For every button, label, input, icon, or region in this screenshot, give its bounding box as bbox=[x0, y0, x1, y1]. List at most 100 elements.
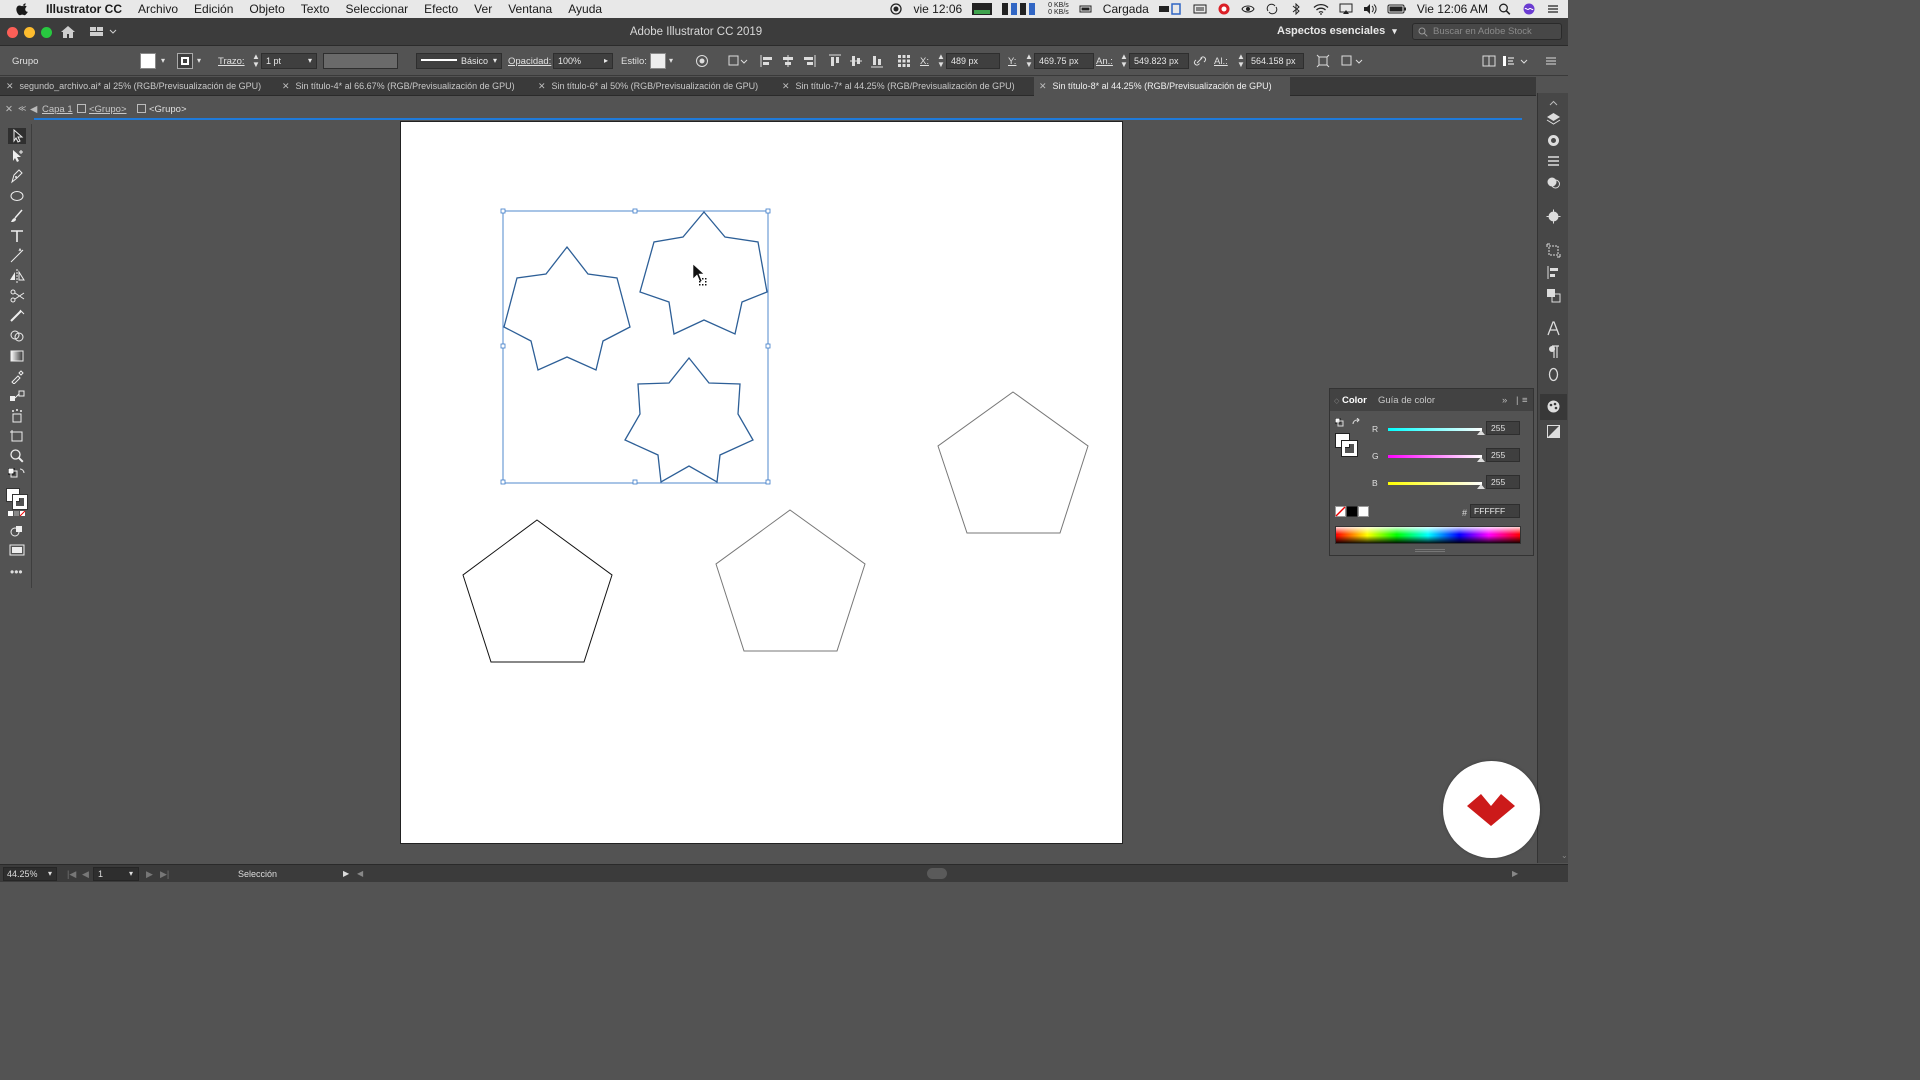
default-colors-icon[interactable] bbox=[8, 468, 26, 484]
artboard-tool-icon[interactable] bbox=[8, 428, 26, 444]
cpu-graph-icon[interactable] bbox=[972, 3, 993, 15]
transform-icon[interactable] bbox=[1546, 243, 1561, 258]
first-artboard-icon[interactable]: |◀ bbox=[67, 869, 76, 880]
doc-tab[interactable]: ✕ Sin título-4* al 66.67% (RGB/Previsuali… bbox=[282, 77, 515, 96]
menu-objeto[interactable]: Objeto bbox=[241, 2, 292, 16]
menu-seleccionar[interactable]: Seleccionar bbox=[337, 2, 416, 16]
ellipse-tool-icon[interactable] bbox=[8, 188, 26, 204]
draw-mode-icon[interactable] bbox=[8, 524, 26, 540]
sync-icon[interactable] bbox=[1265, 3, 1279, 15]
memory-graph-icon[interactable] bbox=[1002, 3, 1038, 15]
direct-selection-tool-icon[interactable] bbox=[8, 148, 26, 164]
menu-efecto[interactable]: Efecto bbox=[416, 2, 466, 16]
brush-definition-select[interactable]: Básico ▾ bbox=[416, 53, 502, 69]
apple-icon[interactable] bbox=[16, 2, 30, 16]
horizontal-scrollbar-thumb[interactable] bbox=[927, 868, 947, 879]
reflect-tool-icon[interactable] bbox=[8, 268, 26, 284]
object-options-icon[interactable] bbox=[1341, 54, 1365, 68]
close-icon[interactable]: ✕ bbox=[538, 81, 546, 91]
panel-layout-icon[interactable] bbox=[1482, 54, 1496, 68]
notification-center-icon[interactable] bbox=[1546, 3, 1560, 15]
menubar-clock-full[interactable]: Vie 12:06 AM bbox=[1417, 2, 1488, 16]
type-tool-icon[interactable] bbox=[8, 228, 26, 244]
keyboard-icon[interactable] bbox=[1193, 3, 1207, 15]
menu-icon[interactable] bbox=[1544, 54, 1558, 68]
stepper-icon[interactable]: ▲ ▼ bbox=[1025, 53, 1033, 69]
artwork-canvas[interactable] bbox=[401, 122, 1122, 843]
doc-tab[interactable]: ✕ segundo_archivo.ai* al 25% (RGB/Previsu… bbox=[6, 77, 261, 96]
battery-icon[interactable] bbox=[1387, 3, 1407, 15]
volume-icon[interactable] bbox=[1363, 3, 1377, 15]
close-icon[interactable]: ✕ bbox=[1039, 81, 1047, 91]
spotlight-search-icon[interactable] bbox=[1498, 3, 1512, 15]
close-icon[interactable]: ✕ bbox=[282, 81, 290, 91]
collapse-panel-icon[interactable]: ✕ bbox=[5, 104, 13, 115]
color-panel-dock-button[interactable] bbox=[1540, 394, 1567, 420]
doc-tab[interactable]: ✕ Sin título-6* al 50% (RGB/Previsualizac… bbox=[538, 77, 758, 96]
swap-default-icon[interactable] bbox=[1335, 418, 1345, 428]
selection-tool-icon[interactable] bbox=[8, 128, 26, 144]
stroke-swatch[interactable] bbox=[177, 53, 193, 69]
symbol-sprayer-tool-icon[interactable] bbox=[8, 408, 26, 424]
gradient-tool-icon[interactable] bbox=[8, 348, 26, 364]
y-label[interactable]: Y: bbox=[1008, 56, 1016, 67]
menu-ver[interactable]: Ver bbox=[466, 2, 500, 16]
creative-cloud-icon[interactable] bbox=[1217, 3, 1231, 15]
doc-tab[interactable]: ✕ Sin título-7* al 44.25% (RGB/Previsuali… bbox=[782, 77, 1015, 96]
collapse-dock-icon[interactable] bbox=[1546, 98, 1561, 108]
width-label[interactable]: An.: bbox=[1096, 56, 1113, 67]
transform-reference-icon[interactable] bbox=[897, 54, 911, 68]
chevron-down-icon[interactable]: ⌄ bbox=[1561, 851, 1568, 860]
display-icon[interactable] bbox=[1158, 3, 1183, 15]
blue-value-input[interactable]: 255 bbox=[1486, 475, 1520, 489]
network-speed[interactable]: 0 KB/s 0 KB/s bbox=[1048, 2, 1069, 16]
opentype-icon[interactable] bbox=[1546, 367, 1561, 382]
color-spectrum[interactable] bbox=[1335, 526, 1521, 544]
artboard-navigation-select[interactable]: 1 ▾ bbox=[93, 867, 139, 881]
green-slider-track[interactable] bbox=[1388, 455, 1482, 458]
width-input[interactable]: 549.823 px bbox=[1129, 53, 1189, 69]
stepper-icon[interactable]: ▲ ▼ bbox=[937, 53, 945, 69]
color-guide-icon[interactable] bbox=[1546, 424, 1561, 439]
tab-color[interactable]: Color bbox=[1342, 395, 1367, 406]
stepper-icon[interactable]: ▲ ▼ bbox=[1120, 53, 1128, 69]
siri-icon[interactable] bbox=[1522, 3, 1536, 15]
stroke-color-proxy[interactable] bbox=[1341, 440, 1358, 457]
constrain-proportions-icon[interactable] bbox=[1193, 54, 1207, 68]
fill-swatch[interactable] bbox=[140, 53, 156, 69]
graphic-style-swatch[interactable] bbox=[650, 53, 666, 69]
battery-small-icon[interactable] bbox=[1079, 3, 1093, 15]
pen-tool-icon[interactable] bbox=[8, 168, 26, 184]
align-left-icon[interactable] bbox=[760, 54, 774, 68]
character-icon[interactable] bbox=[1546, 321, 1561, 336]
chevron-down-icon[interactable]: ▾ bbox=[669, 56, 673, 65]
chevron-down-icon[interactable]: ▾ bbox=[161, 56, 165, 65]
panel-menu-icon[interactable]: ≡ bbox=[1522, 395, 1528, 406]
screen-mode-icon[interactable] bbox=[8, 542, 26, 558]
airplay-icon[interactable] bbox=[1339, 3, 1353, 15]
previous-artboard-icon[interactable]: ◀ bbox=[82, 869, 89, 880]
y-position-input[interactable]: 469.75 px bbox=[1034, 53, 1094, 69]
blue-slider-knob[interactable] bbox=[1477, 484, 1485, 489]
stepper-icon[interactable]: ▲ ▼ bbox=[1237, 53, 1245, 69]
layers-icon[interactable] bbox=[1546, 111, 1561, 126]
breadcrumb-layer[interactable]: Capa 1 bbox=[42, 104, 73, 115]
last-artboard-icon[interactable]: ▶| bbox=[160, 869, 169, 880]
scissors-tool-icon[interactable] bbox=[8, 288, 26, 304]
isolate-group-icon[interactable] bbox=[1316, 54, 1330, 68]
bluetooth-icon[interactable] bbox=[1289, 3, 1303, 15]
record-icon[interactable] bbox=[889, 3, 903, 15]
zoom-tool-icon[interactable] bbox=[8, 448, 26, 464]
menu-ayuda[interactable]: Ayuda bbox=[560, 2, 610, 16]
stroke-stepper-icon[interactable]: ▲ ▼ bbox=[252, 53, 260, 69]
stroke-label[interactable]: Trazo: bbox=[218, 56, 245, 67]
align-to-icon[interactable] bbox=[728, 54, 748, 68]
stroke-weight-input[interactable]: 1 pt ▾ bbox=[261, 53, 317, 69]
breadcrumb-group-1[interactable]: <Grupo> bbox=[77, 104, 127, 115]
breadcrumb-group-2[interactable]: <Grupo> bbox=[137, 104, 187, 115]
properties-toggle-icon[interactable] bbox=[1502, 54, 1530, 68]
menu-edicion[interactable]: Edición bbox=[186, 2, 241, 16]
swap-fill-stroke-icon[interactable] bbox=[1351, 418, 1361, 428]
width-tool-icon[interactable] bbox=[8, 308, 26, 324]
eyedropper-tool-icon[interactable] bbox=[8, 368, 26, 384]
